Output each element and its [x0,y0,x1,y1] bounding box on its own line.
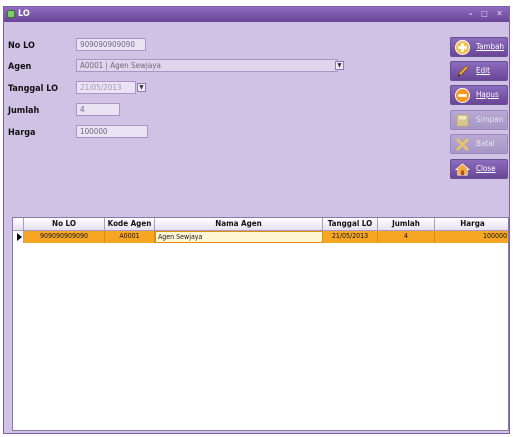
table-cell[interactable]: 21/05/2013 [323,231,378,243]
x-icon [456,138,469,151]
agen-select-value: A0001 | Agen Sewjaya [80,61,161,70]
calendar-dropdown-icon[interactable]: ▼ [137,83,146,92]
minus-circle-icon [455,88,470,103]
simpan-label: Simpan [476,115,504,124]
edit-label: Edit [476,66,490,75]
harga-field[interactable]: 100000 [76,125,148,138]
batal-label: Batal [476,139,495,148]
column-header[interactable]: No LO [24,218,105,231]
tanggal-lo-field[interactable]: 21/05/2013 [76,81,136,94]
jumlah-field[interactable]: 4 [76,103,120,116]
table-cell[interactable]: 100000 [435,231,508,243]
hapus-button[interactable]: Hapus [450,85,508,105]
edit-button[interactable]: Edit [450,61,508,81]
minimize-icon[interactable]: – [464,9,477,19]
tanggal-lo-label: Tanggal LO [8,84,58,94]
column-header[interactable]: Jumlah [378,218,435,231]
lo-table[interactable]: No LO Kode Agen Nama Agen Tanggal LO Jum… [12,217,509,431]
title-bar[interactable]: LO – □ ✕ [4,7,509,22]
close-label: Close [476,164,496,173]
column-header[interactable]: Harga [435,218,508,231]
close-button[interactable]: Close [450,159,508,179]
hapus-label: Hapus [476,90,499,99]
lo-window: LO – □ ✕ No LO 909090909090 Agen A0001 |… [3,6,510,434]
table-cell-editing[interactable]: Agen Sewjaya [155,231,323,243]
table-cell[interactable]: 4 [378,231,435,243]
current-row-arrow-icon [17,233,22,241]
batal-button[interactable]: Batal [450,134,508,154]
tambah-label: Tambah [476,42,505,51]
jumlah-label: Jumlah [8,106,40,116]
maximize-icon[interactable]: □ [478,9,491,19]
no-lo-field[interactable]: 909090909090 [76,38,146,51]
agen-label: Agen [8,62,32,72]
harga-label: Harga [8,128,36,138]
tambah-button[interactable]: Tambah [450,37,508,57]
save-icon [456,114,469,127]
row-indicator[interactable] [13,231,24,243]
table-cell[interactable]: 909090909090 [24,231,105,243]
window-title: LO [18,9,30,19]
agen-select[interactable]: A0001 | Agen Sewjaya [76,59,338,72]
plus-circle-icon [455,40,470,55]
app-icon [7,10,15,18]
pencil-icon [457,65,469,78]
home-icon [455,163,470,176]
column-header[interactable]: Kode Agen [105,218,155,231]
table-cell[interactable]: A0001 [105,231,155,243]
close-window-icon[interactable]: ✕ [493,9,506,19]
column-header[interactable]: Nama Agen [155,218,323,231]
simpan-button[interactable]: Simpan [450,110,508,130]
column-header[interactable]: Tanggal LO [323,218,378,231]
agen-dropdown-icon[interactable]: ▼ [335,61,344,70]
table-corner [13,218,24,231]
no-lo-label: No LO [8,41,35,51]
